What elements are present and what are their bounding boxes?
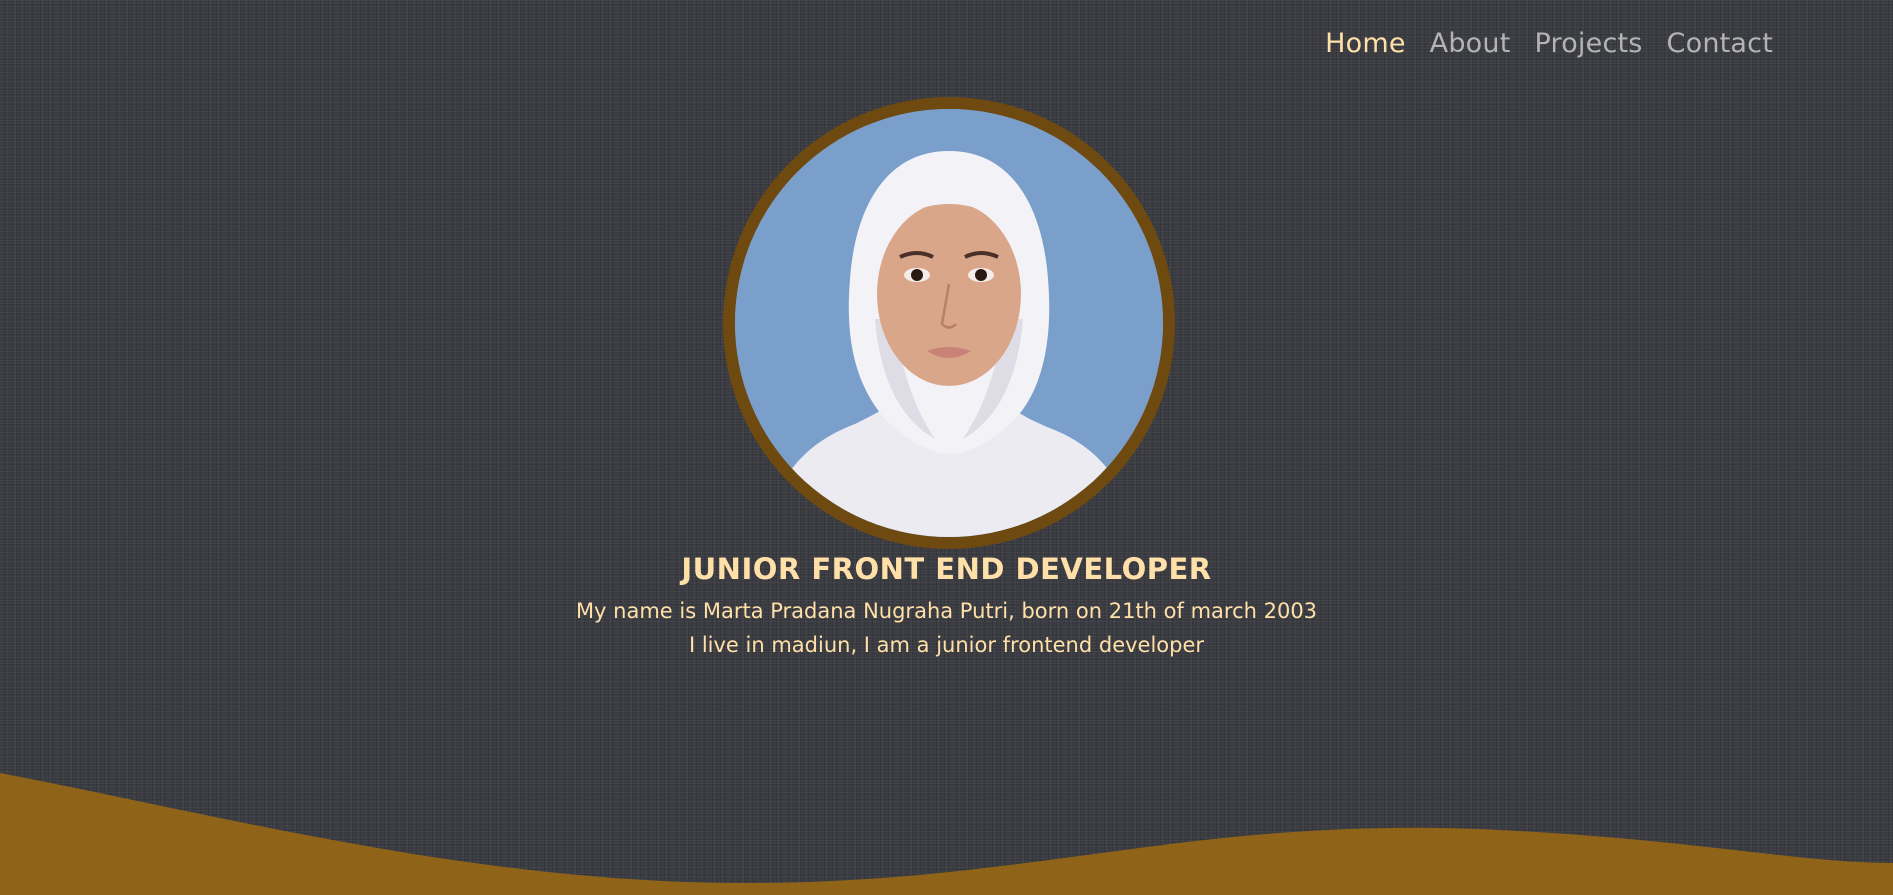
profile-photo-image (735, 109, 1163, 537)
hero-title: JUNIOR FRONT END DEVELOPER (681, 552, 1212, 586)
profile-photo-frame (723, 97, 1175, 549)
main-nav: Home About Projects Contact (1325, 28, 1773, 59)
hero-location-line: I live in madiun, I am a junior frontend… (688, 633, 1205, 657)
footer-wave (0, 773, 1893, 895)
profile-photo (735, 109, 1163, 537)
hero-intro-line: My name is Marta Pradana Nugraha Putri, … (575, 599, 1318, 623)
nav-about-link[interactable]: About (1430, 28, 1511, 59)
nav-home-link[interactable]: Home (1325, 28, 1406, 59)
nav-contact-link[interactable]: Contact (1667, 28, 1773, 59)
nav-projects-link[interactable]: Projects (1535, 28, 1643, 59)
